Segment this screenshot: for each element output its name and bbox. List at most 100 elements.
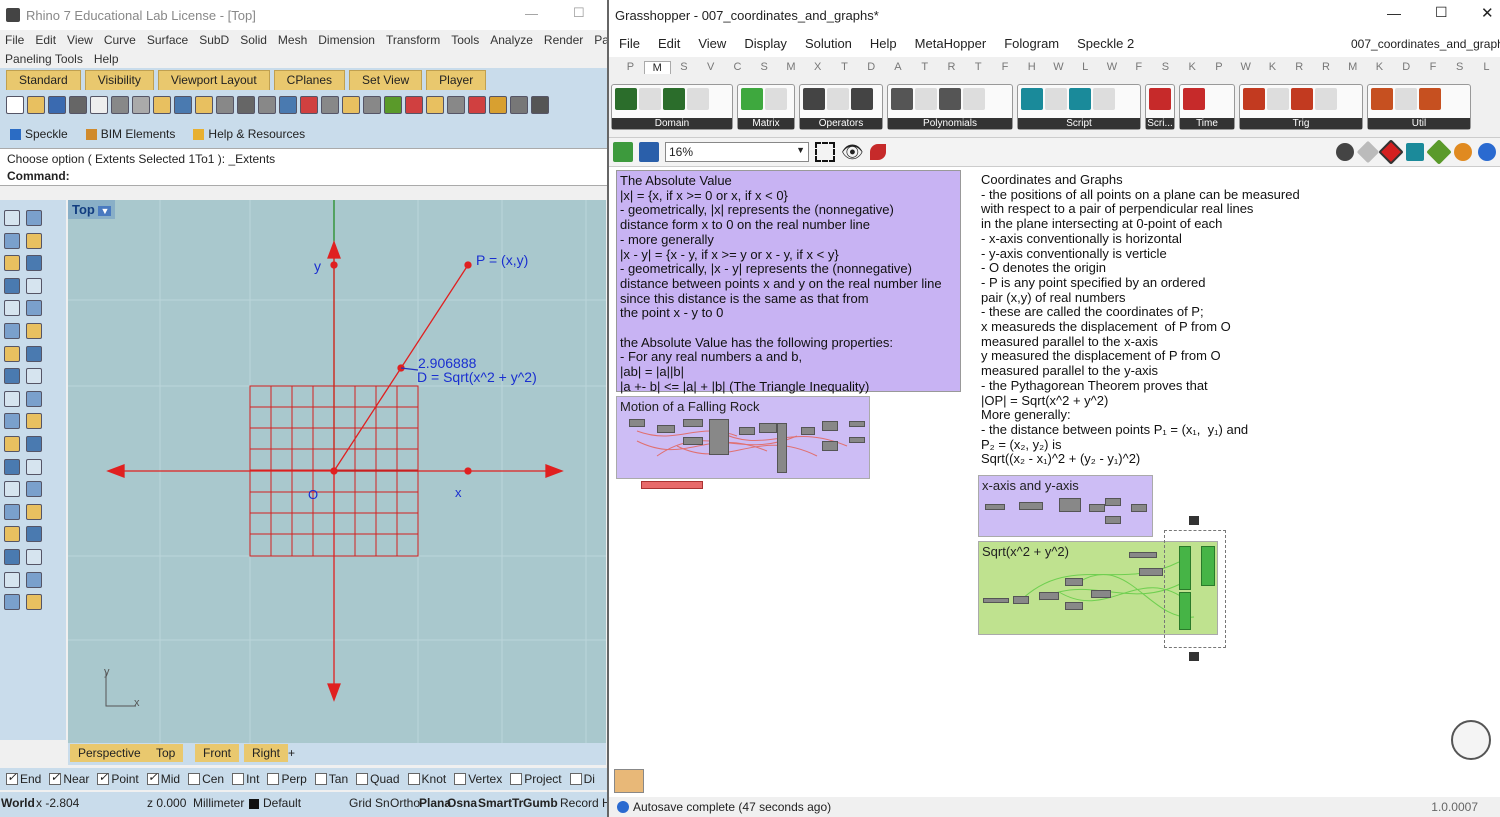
toolbar-tool-icon[interactable] [153, 96, 171, 114]
maximize-icon[interactable]: ☐ [573, 5, 585, 21]
osnap-near[interactable]: Near [49, 770, 89, 786]
left-tool-icon[interactable] [4, 458, 20, 475]
osnap-project[interactable]: Project [510, 772, 562, 786]
gh-node[interactable] [657, 425, 675, 433]
view-tab-perspective[interactable]: Perspective [70, 744, 149, 762]
gh-category-tab[interactable]: P [617, 61, 644, 73]
zoom-select[interactable]: 16% ▼ [665, 142, 809, 162]
component-icon[interactable] [1371, 88, 1393, 110]
gh-node[interactable] [683, 437, 703, 445]
toolbar-tool-icon[interactable] [48, 96, 66, 114]
status-record[interactable]: Record H [560, 796, 607, 810]
gh-category-tab[interactable]: F [992, 61, 1019, 73]
gh-widget-icon[interactable] [614, 769, 644, 793]
left-tool-icon[interactable] [26, 549, 42, 565]
left-tool-icon[interactable] [4, 232, 20, 249]
gh-category-tab[interactable]: W [1099, 61, 1126, 73]
left-tool-icon[interactable] [26, 503, 42, 520]
gh-node[interactable] [1019, 502, 1043, 510]
tab-set-view[interactable]: Set View [349, 70, 423, 90]
component-icon[interactable] [1149, 88, 1171, 110]
component-icon[interactable] [615, 88, 637, 110]
gh-category-tab[interactable]: X [804, 61, 831, 73]
component-group-label[interactable]: Matrix [738, 118, 794, 129]
gh-node[interactable] [1091, 590, 1111, 598]
gh-category-tab[interactable]: D [858, 61, 885, 73]
left-tool-icon[interactable] [26, 526, 42, 543]
gh-node[interactable] [1039, 592, 1059, 600]
gh-node[interactable] [1089, 504, 1105, 512]
gh-node[interactable] [1013, 596, 1029, 604]
toolbar-tool-icon[interactable] [342, 96, 360, 114]
gh-node[interactable] [777, 423, 787, 473]
absolute-value-panel[interactable]: The Absolute Value |x| = {x, if x >= 0 o… [616, 170, 961, 394]
component-group-label[interactable]: Script [1018, 118, 1140, 129]
menu-item-dimension[interactable]: Dimension [318, 33, 375, 47]
tab-standard[interactable]: Standard [6, 70, 81, 90]
component-icon[interactable] [687, 88, 709, 110]
left-tool-icon[interactable] [26, 436, 42, 452]
toolbar-tool-icon[interactable] [321, 96, 339, 114]
gh-category-tab[interactable]: T [911, 61, 938, 73]
view-tab-top[interactable]: Top [148, 744, 184, 762]
gh-node[interactable] [1105, 498, 1121, 506]
osnap-di[interactable]: Di [569, 772, 595, 786]
left-tool-icon[interactable] [4, 594, 20, 611]
material-icon[interactable] [1454, 143, 1472, 161]
gh-category-tab[interactable]: W [1045, 61, 1072, 73]
gh-menu-help[interactable]: Help [870, 36, 897, 51]
gh-node[interactable] [1139, 568, 1163, 576]
gh-category-tab[interactable]: S [671, 61, 698, 73]
speckle-button[interactable]: Speckle [10, 127, 68, 141]
top-viewport[interactable]: Top ▼ P = (x,y) y x O 2.906888 D = Sqrt(… [68, 200, 606, 743]
left-tool-icon[interactable] [26, 210, 42, 226]
left-tool-icon[interactable] [4, 503, 20, 520]
left-tool-icon[interactable] [4, 210, 20, 226]
component-group-label[interactable]: Trig [1240, 118, 1362, 129]
osnap-vertex[interactable]: Vertex [454, 772, 502, 786]
sketch-icon[interactable] [869, 144, 886, 160]
component-icon[interactable] [939, 88, 961, 110]
gh-node[interactable] [849, 437, 865, 443]
component-icon[interactable] [1243, 88, 1265, 110]
gh-category-tab[interactable]: R [1313, 61, 1340, 73]
help-resources-button[interactable]: Help & Resources [193, 127, 305, 141]
gh-menu-view[interactable]: View [698, 36, 726, 51]
gh-category-tab[interactable]: D [1393, 61, 1420, 73]
osnap-checkbox[interactable] [356, 773, 369, 785]
gh-category-tab[interactable]: S [1152, 61, 1179, 73]
save-file-icon[interactable] [639, 142, 659, 162]
menu-item-pane[interactable]: Pane [594, 33, 607, 47]
left-tool-icon[interactable] [4, 345, 20, 362]
menu-item-tools[interactable]: Tools [451, 33, 479, 47]
component-icon[interactable] [803, 88, 825, 110]
wireframe-icon[interactable] [1356, 140, 1380, 164]
gh-node[interactable] [822, 421, 838, 431]
gh-menu-display[interactable]: Display [744, 36, 787, 51]
toolbar-tool-icon[interactable] [69, 96, 87, 114]
gh-category-tab[interactable]: S [751, 61, 778, 73]
status-units[interactable]: Millimeter [193, 796, 245, 810]
left-tool-icon[interactable] [4, 436, 20, 452]
osnap-checkbox[interactable] [407, 773, 420, 785]
gh-node[interactable] [1105, 516, 1121, 524]
menu-item-help[interactable]: Help [94, 52, 119, 66]
osnap-checkbox[interactable] [6, 770, 18, 785]
osnap-checkbox[interactable] [454, 773, 467, 785]
menu-item-paneling-tools[interactable]: Paneling Tools [5, 52, 83, 66]
gh-category-tab[interactable]: L [1473, 61, 1500, 73]
status-layer[interactable]: Default [263, 796, 301, 810]
command-prompt[interactable]: Command: [7, 168, 600, 185]
gh-menu-file[interactable]: File [619, 36, 640, 51]
falling-rock-output-node[interactable] [641, 481, 703, 489]
osnap-point[interactable]: Point [97, 770, 139, 786]
gh-node[interactable] [1129, 552, 1157, 558]
gh-menu-edit[interactable]: Edit [658, 36, 680, 51]
minimize-icon[interactable]: — [1387, 5, 1401, 21]
left-tool-icon[interactable] [26, 345, 42, 362]
osnap-quad[interactable]: Quad [356, 772, 400, 786]
shaded-preview-icon[interactable] [1378, 139, 1404, 165]
left-tool-icon[interactable] [4, 549, 20, 565]
gh-category-tab[interactable]: R [938, 61, 965, 73]
status-osnap[interactable]: Osna [447, 796, 477, 810]
